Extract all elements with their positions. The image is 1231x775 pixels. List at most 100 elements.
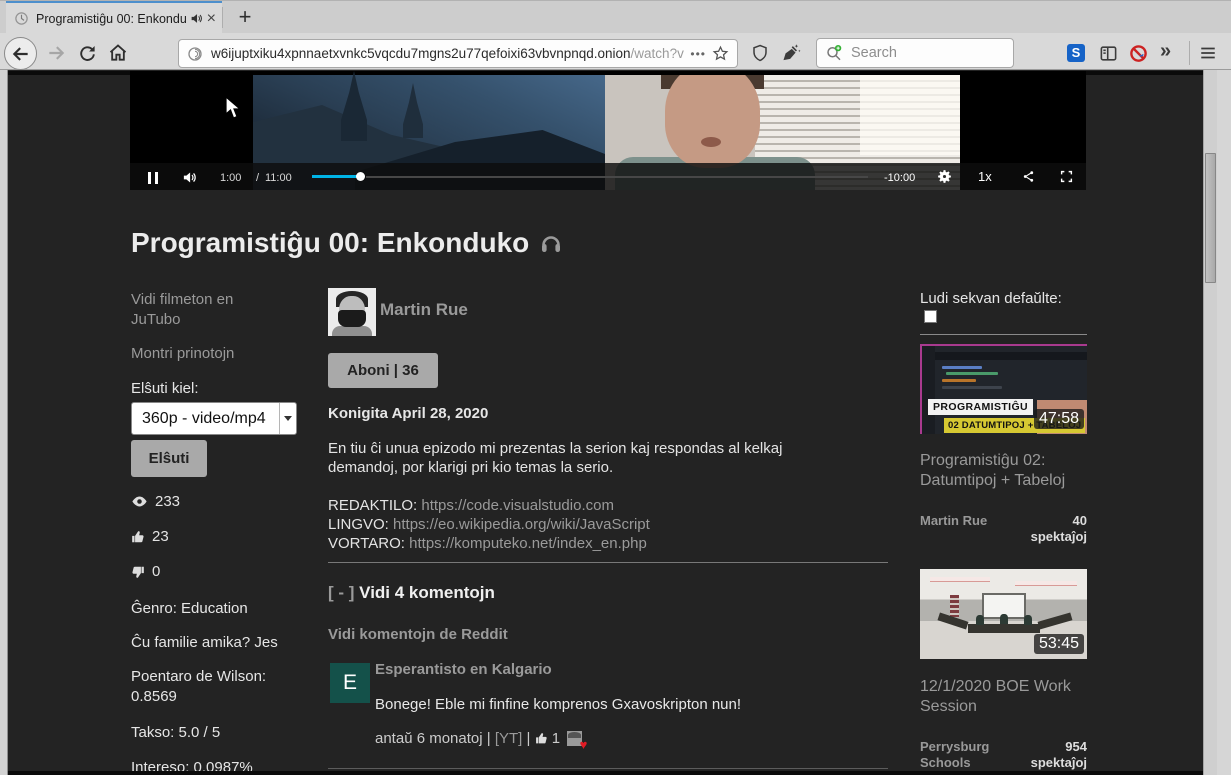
download-format-select[interactable]: 360p - video/mp4 [131,402,297,435]
comment-meta-separator: | [527,730,531,747]
related-video-channel[interactable]: Martin Rue [920,513,987,546]
share-icon[interactable] [1022,170,1035,188]
language-row: LINGVO: https://eo.wikipedia.org/wiki/Ja… [328,516,650,533]
thumbnail-overlay-text: PROGRAMISTIĜU [928,399,1033,415]
reload-icon[interactable] [76,42,98,64]
channel-avatar[interactable] [328,288,376,336]
url-text[interactable]: w6ijuptxiku4xpnnaetxvnkc5vqcdu7mgns2u77q… [211,46,684,61]
description-divider [328,562,888,563]
home-icon[interactable] [107,42,129,64]
fullscreen-icon[interactable] [1060,170,1073,188]
comment-meta-separator: | [487,730,491,747]
tab-title: Programistiĝu 00: Enkondu [36,12,188,26]
comment-meta: antaŭ 6 monatoj | [YT] | 1 ♥ [375,730,582,747]
related-video-thumbnail[interactable]: PROGRAMISTIĜU 02 DATUMTIPOJ + TABELOJ 47… [920,344,1087,434]
search-bar[interactable] [816,38,1014,68]
page-actions-icon[interactable]: ••• [690,47,706,61]
subscribe-button[interactable]: Aboni | 36 [328,353,438,388]
download-button[interactable]: Elŝuti [131,440,207,477]
show-transcript-link[interactable]: Montri prinotojn [131,344,303,364]
related-video-thumbnail[interactable]: 53:45 [920,569,1087,659]
headphones-icon [539,231,563,255]
tab-favicon-icon [14,11,29,26]
comment-source-link[interactable]: [YT] [495,730,523,747]
shield-icon[interactable] [749,42,771,64]
language-link[interactable]: https://eo.wikipedia.org/wiki/JavaScript [393,516,650,533]
toolbar-separator [1189,41,1190,65]
remaining-time: -10:00 [884,172,915,184]
editor-label: REDAKTILO: [328,497,417,514]
comments-collapse-toggle[interactable]: [ - ] [328,583,354,602]
time-separator: / [256,172,259,184]
forward-button[interactable] [45,42,67,64]
published-date: Konigita April 28, 2020 [328,405,488,422]
tab-close-icon[interactable]: × [207,12,216,26]
comment-author[interactable]: Esperantisto en Kalgario [375,661,552,678]
download-label: Elŝuti kiel: [131,379,303,399]
likes-count: 23 [152,528,169,545]
video-player[interactable]: 1:00 / 11:00 -10:00 1x [130,71,1086,190]
current-time: 1:00 [220,172,241,184]
family-friendly-text: Ĉu familie amika? Jes [131,633,311,653]
download-format-value: 360p - video/mp4 [132,410,279,428]
toolbar-overflow-icon[interactable]: » [1160,40,1171,63]
dislikes-count: 0 [152,563,160,580]
playback-speed-button[interactable]: 1x [978,169,992,184]
progress-bar-track[interactable] [366,176,868,178]
editor-link[interactable]: https://code.visualstudio.com [421,497,614,514]
back-button[interactable] [4,37,37,70]
sidebar-divider [920,334,1087,335]
watch-on-jutubo-link[interactable]: Vidi filmeton en JuTubo [131,290,256,329]
tab-separator [222,7,223,28]
noscript-extension-icon[interactable] [1127,42,1149,64]
new-tab-button[interactable]: + [230,3,260,32]
tab-bar: Programistiĝu 00: Enkondu × + [0,0,1231,33]
related-video-title[interactable]: Programistiĝu 02: Datumtipoj + Tabeloj [920,451,1087,490]
dislikes-stat: 0 [131,563,160,580]
video-duration-badge: 53:45 [1034,634,1084,654]
page-scrollbar[interactable] [1203,70,1217,775]
related-video-meta: Martin Rue 40 spektaĵoj [920,513,1087,546]
url-bar[interactable]: w6ijuptxiku4xpnnaetxvnkc5vqcdu7mgns2u77q… [178,39,738,68]
creator-heart-icon: ♥ [567,731,582,746]
menu-hamburger-icon[interactable] [1197,42,1219,64]
search-input[interactable] [851,45,991,61]
related-video-channel[interactable]: Perrysburg Schools [920,739,1008,772]
channel-name[interactable]: Martin Rue [380,300,468,320]
pause-button[interactable] [146,171,160,189]
player-control-bar: 1:00 / 11:00 -10:00 1x [130,163,1086,190]
stylus-extension-icon[interactable]: S [1067,44,1085,62]
related-video-title[interactable]: 12/1/2020 BOE Work Session [920,677,1087,716]
comment-divider [328,768,888,769]
video-description: En tiu ĉi unua epizodo mi prezentas la s… [328,439,833,477]
views-count: 233 [155,493,180,510]
thumbs-down-icon [131,565,145,579]
tab-audio-icon[interactable] [190,12,203,25]
browser-tab[interactable]: Programistiĝu 00: Enkondu × [6,1,222,34]
mouse-cursor [225,96,242,125]
bookmark-star-icon[interactable] [712,45,729,62]
url-path: /watch?v=H [631,46,685,61]
volume-icon[interactable] [182,170,197,190]
related-video-views: 40 spektaĵoj [1015,513,1087,546]
select-dropdown-arrow-icon [279,403,296,434]
settings-gear-icon[interactable] [936,168,953,190]
page-bottom-section [8,771,1203,775]
scrollbar-thumb[interactable] [1205,153,1216,283]
dictionary-row: VORTARO: https://komputeko.net/index_en.… [328,535,647,552]
window-right-edge [1217,70,1231,775]
comments-header-row: [ - ] Vidi 4 komentojn [328,583,495,603]
progress-bar-filled[interactable] [312,175,358,178]
sidebar-toggle-icon[interactable] [1097,42,1119,64]
page-content: 1:00 / 11:00 -10:00 1x Programistiĝu 00:… [8,70,1203,775]
reddit-comments-link[interactable]: Vidi komentojn de Reddit [328,626,508,643]
genre-text: Ĝenro: Education [131,599,303,619]
clean-broom-icon[interactable] [780,42,802,64]
autoplay-checkbox[interactable] [924,310,937,323]
views-stat: 233 [131,493,180,510]
site-identity-icon[interactable] [187,46,203,62]
comment-avatar[interactable]: E [330,663,370,703]
progress-knob[interactable] [356,172,365,181]
dictionary-link[interactable]: https://komputeko.net/index_en.php [409,535,647,552]
comment-text: Bonege! Eble mi finfine komprenos Gxavos… [375,696,741,713]
